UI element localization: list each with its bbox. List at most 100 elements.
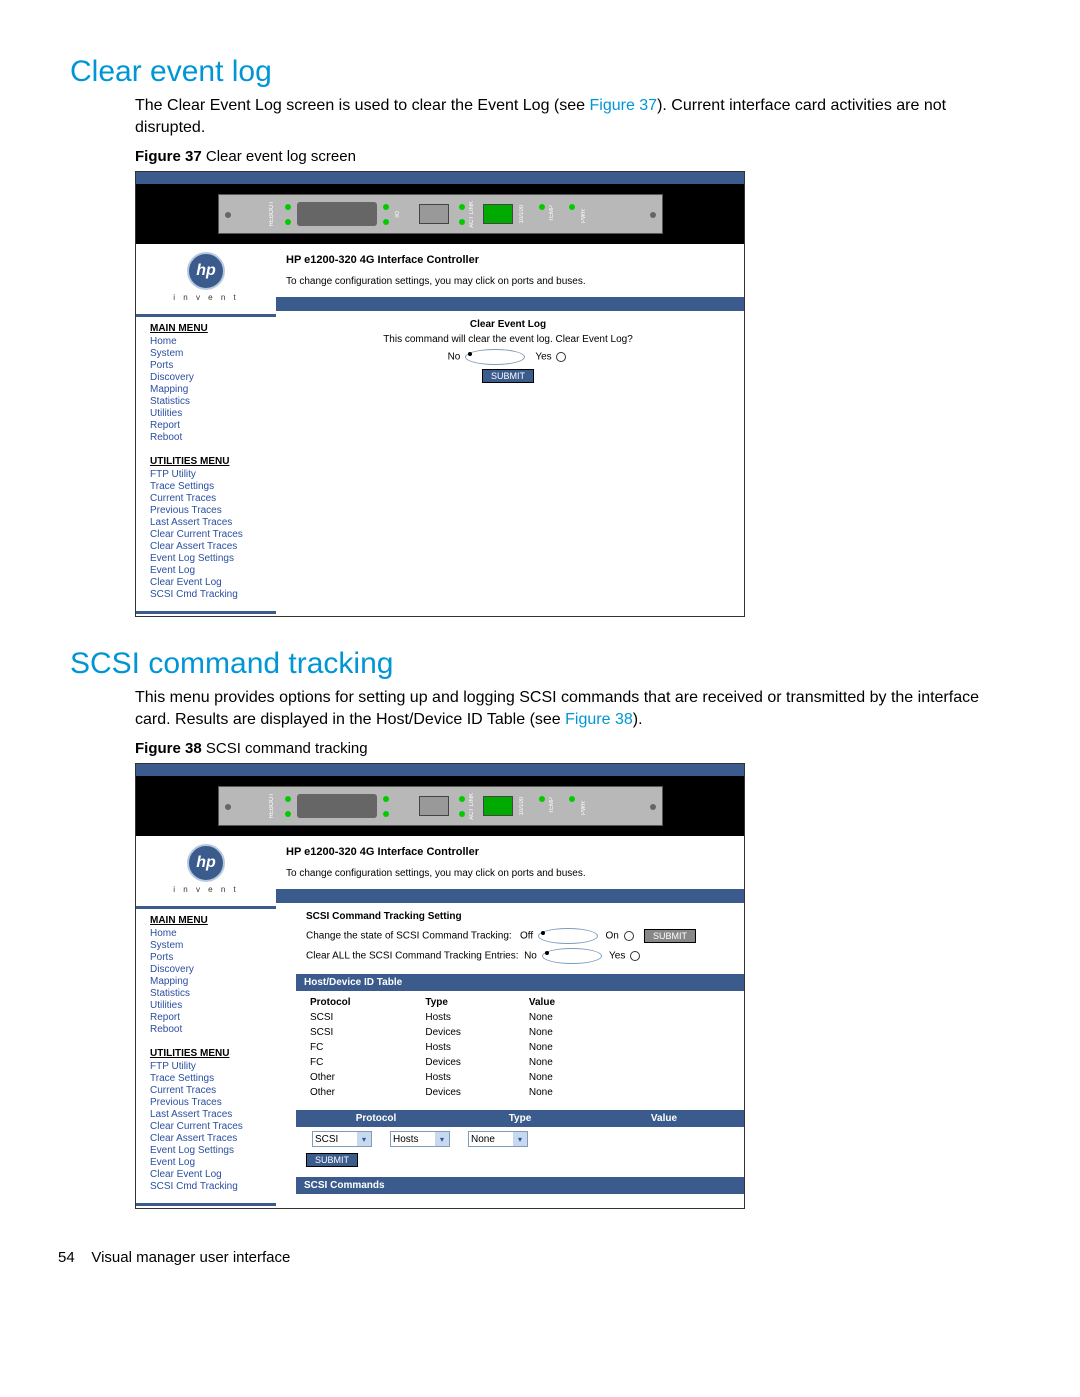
select-type[interactable]: Hosts▾ (390, 1131, 450, 1147)
menu-clear-assert-traces[interactable]: Clear Assert Traces (150, 1133, 266, 1144)
radio-off[interactable] (538, 928, 598, 944)
sidebar: hp i n v e n t MAIN MENU Home System Por… (136, 244, 276, 616)
product-subtitle: To change configuration settings, you ma… (286, 868, 730, 879)
hw-label: TEMP (549, 797, 555, 814)
menu-scsi-cmd-tracking[interactable]: SCSI Cmd Tracking (150, 589, 266, 600)
menu-reboot[interactable]: Reboot (150, 1024, 266, 1035)
scsi-port[interactable] (297, 202, 377, 226)
submit-button[interactable]: SUBMIT (306, 1153, 358, 1167)
hw-device[interactable]: REBOOT ACT LINK 10/100 TEMP PWR (218, 786, 663, 826)
menu-event-log[interactable]: Event Log (150, 1157, 266, 1168)
menu-report[interactable]: Report (150, 1012, 266, 1023)
menu-discovery[interactable]: Discovery (150, 964, 266, 975)
menu-previous-traces[interactable]: Previous Traces (150, 505, 266, 516)
figure-37-caption: Figure 37 Clear event log screen (135, 148, 1040, 165)
radio-yes-label: Yes (609, 951, 625, 962)
menu-event-log-settings[interactable]: Event Log Settings (150, 1145, 266, 1156)
chevron-down-icon: ▾ (513, 1132, 527, 1146)
radio-yes[interactable] (630, 951, 640, 961)
cell: None (525, 1010, 606, 1025)
hw-label: 10/100 (519, 797, 525, 815)
screw-icon (650, 212, 656, 218)
radio-on[interactable] (624, 931, 634, 941)
ethernet-port[interactable] (483, 796, 513, 816)
radio-no[interactable] (465, 349, 525, 365)
menu-clear-current-traces[interactable]: Clear Current Traces (150, 1121, 266, 1132)
fig-label: Figure 37 (135, 148, 202, 165)
scsi-port[interactable] (297, 794, 377, 818)
cell: Devices (421, 1025, 525, 1040)
hw-device[interactable]: REBOOT I/O ACT LINK 10/100 TEMP PWR (218, 194, 663, 234)
fig-label: Figure 38 (135, 740, 202, 757)
menu-last-assert-traces[interactable]: Last Assert Traces (150, 1109, 266, 1120)
select-protocol[interactable]: SCSI▾ (312, 1131, 372, 1147)
submit-button[interactable]: SUBMIT (644, 929, 696, 943)
chevron-down-icon: ▾ (435, 1132, 449, 1146)
menu-ports[interactable]: Ports (150, 360, 266, 371)
menu-previous-traces[interactable]: Previous Traces (150, 1097, 266, 1108)
radio-no-label: No (448, 352, 461, 363)
menu-current-traces[interactable]: Current Traces (150, 1085, 266, 1096)
menu-utilities[interactable]: Utilities (150, 408, 266, 419)
menu-statistics[interactable]: Statistics (150, 988, 266, 999)
radio-no[interactable] (542, 948, 602, 964)
product-title: HP e1200-320 4G Interface Controller (286, 846, 730, 858)
menu-clear-event-log[interactable]: Clear Event Log (150, 1169, 266, 1180)
figure-link-38[interactable]: Figure 38 (565, 711, 633, 728)
section-body-1: The Clear Event Log screen is used to cl… (135, 95, 1000, 138)
menu-clear-current-traces[interactable]: Clear Current Traces (150, 529, 266, 540)
led-icon (569, 796, 575, 802)
menu-clear-event-log[interactable]: Clear Event Log (150, 577, 266, 588)
clear-event-log-prompt: This command will clear the event log. C… (286, 334, 730, 345)
menu-event-log[interactable]: Event Log (150, 565, 266, 576)
menu-system[interactable]: System (150, 348, 266, 359)
section-title-scsi: SCSI command tracking (70, 647, 1040, 681)
menu-trace-settings[interactable]: Trace Settings (150, 481, 266, 492)
menu-reboot[interactable]: Reboot (150, 432, 266, 443)
menu-mapping[interactable]: Mapping (150, 976, 266, 987)
menu-event-log-settings[interactable]: Event Log Settings (150, 553, 266, 564)
cell: None (525, 1025, 606, 1040)
serial-port[interactable] (419, 204, 449, 224)
menu-ftp-utility[interactable]: FTP Utility (150, 1061, 266, 1072)
footer-title: Visual manager user interface (91, 1249, 290, 1266)
menu-current-traces[interactable]: Current Traces (150, 493, 266, 504)
led-icon (383, 204, 389, 210)
menu-discovery[interactable]: Discovery (150, 372, 266, 383)
menu-ftp-utility[interactable]: FTP Utility (150, 469, 266, 480)
menu-home[interactable]: Home (150, 928, 266, 939)
menu-system[interactable]: System (150, 940, 266, 951)
section-body-2: This menu provides options for setting u… (135, 687, 1000, 730)
hw-label: I/O (395, 211, 401, 218)
ethernet-port[interactable] (483, 204, 513, 224)
ss-topbar (136, 172, 744, 184)
led-icon (459, 204, 465, 210)
menu-home[interactable]: Home (150, 336, 266, 347)
cell: Other (306, 1070, 421, 1085)
radio-yes-label: Yes (535, 352, 551, 363)
col-type: Type (421, 995, 525, 1010)
select-value[interactable]: None ▾ (468, 1131, 528, 1147)
menu-scsi-cmd-tracking[interactable]: SCSI Cmd Tracking (150, 1181, 266, 1192)
table-row: SCSIDevicesNone (306, 1025, 606, 1040)
menu-ports[interactable]: Ports (150, 952, 266, 963)
serial-port[interactable] (419, 796, 449, 816)
menu-trace-settings[interactable]: Trace Settings (150, 1073, 266, 1084)
section-title-clear-event-log: Clear event log (70, 55, 1040, 89)
radio-off-label: Off (520, 931, 533, 942)
hw-banner: REBOOT ACT LINK 10/100 TEMP PWR (136, 776, 744, 836)
radio-yes[interactable] (556, 352, 566, 362)
page-footer: 54 Visual manager user interface (58, 1249, 1040, 1266)
cell: Devices (421, 1055, 525, 1070)
figure-38-screenshot: REBOOT ACT LINK 10/100 TEMP PWR hp i n v… (135, 763, 745, 1209)
menu-mapping[interactable]: Mapping (150, 384, 266, 395)
submit-button[interactable]: SUBMIT (482, 369, 534, 383)
menu-clear-assert-traces[interactable]: Clear Assert Traces (150, 541, 266, 552)
menu-utilities[interactable]: Utilities (150, 1000, 266, 1011)
figure-link-37[interactable]: Figure 37 (589, 97, 657, 114)
select-value: None (471, 1134, 495, 1145)
fig-caption-text: Clear event log screen (202, 148, 356, 165)
menu-statistics[interactable]: Statistics (150, 396, 266, 407)
menu-last-assert-traces[interactable]: Last Assert Traces (150, 517, 266, 528)
menu-report[interactable]: Report (150, 420, 266, 431)
